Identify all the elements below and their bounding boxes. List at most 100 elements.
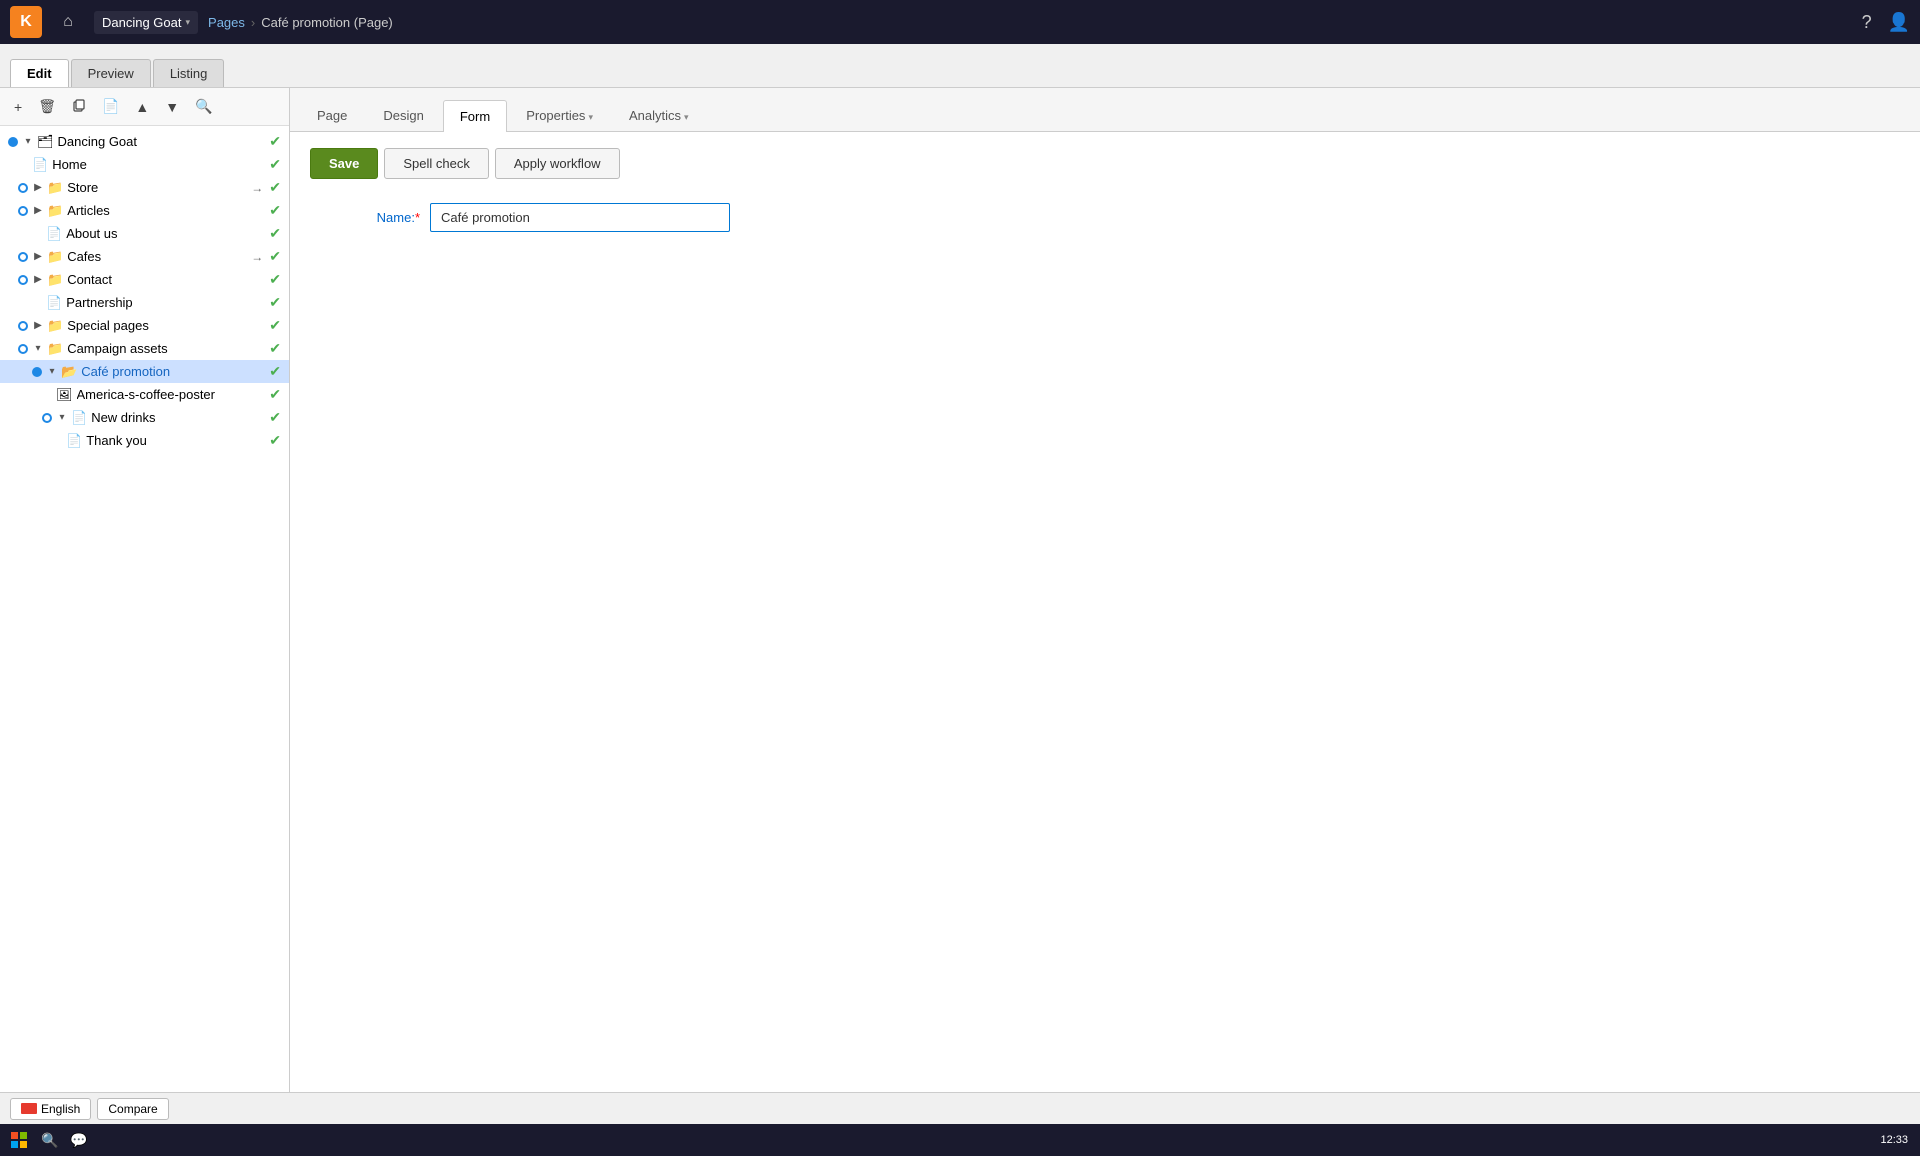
label-campaign-assets: Campaign assets [67,341,265,356]
folder-icon-articles: 📁 [47,203,63,219]
breadcrumb: Pages › Café promotion (Page) [208,15,393,30]
status-icon-store: ✔ [269,179,281,196]
folder-icon-cafes: 📁 [47,249,63,265]
folder-open-icon-cafe-promotion: 📂 [61,364,77,380]
site-arrow-icon: ▾ [186,17,191,28]
taskbar-search-icon[interactable]: 🔍 [36,1126,64,1154]
expand-icon-special-pages[interactable]: ▶ [31,319,45,333]
status-icon-home: ✔ [269,156,281,173]
tab-page[interactable]: Page [300,99,364,131]
label-dancing-goat: Dancing Goat [58,134,266,149]
form-row-name: Name:* [310,203,1900,232]
tree-item-articles[interactable]: ▶ 📁 Articles ✔ [0,199,289,222]
arrow-icon-cafes: → [251,250,263,264]
apply-workflow-button[interactable]: Apply workflow [495,148,620,179]
home-button[interactable]: ⌂ [52,6,84,38]
bottom-bar: English Compare [0,1092,1920,1124]
circle-icon-dancing-goat [8,137,18,147]
properties-arrow-icon: ▾ [588,112,593,122]
required-indicator: * [415,210,420,225]
move-up-button[interactable]: ▲ [129,95,155,119]
taskbar-icons: 🔍 💬 [36,1126,93,1154]
paste-button[interactable]: 📄 [96,94,125,119]
tree-item-cafes[interactable]: ▶ 📁 Cafes → ✔ [0,245,289,268]
tree-item-cafe-promotion[interactable]: ▾ 📂 Café promotion ✔ [0,360,289,383]
status-icon-articles: ✔ [269,202,281,219]
move-down-button[interactable]: ▼ [159,95,185,119]
breadcrumb-current: Café promotion (Page) [261,15,393,30]
language-label: English [41,1102,80,1116]
sidebar-toolbar: + 🗑 📄 ▲ ▼ 🔍 [0,88,289,126]
tab-design[interactable]: Design [366,99,440,131]
expand-icon-cafes[interactable]: ▶ [31,250,45,264]
tree-item-america-coffee[interactable]: 🖼 America-s-coffee-poster ✔ [0,383,289,406]
tree-item-campaign-assets[interactable]: ▾ 📁 Campaign assets ✔ [0,337,289,360]
tab-form[interactable]: Form [443,100,507,132]
circle-icon-cafes [18,252,28,262]
page-icon-about-us: 📄 [46,226,62,242]
status-icon-dancing-goat: ✔ [269,133,281,150]
tree-item-partnership[interactable]: 📄 Partnership ✔ [0,291,289,314]
folder-icon-dancing-goat: 🗂 [37,134,54,150]
sidebar: + 🗑 📄 ▲ ▼ 🔍 ▾ 🗂 Dancing Goat ✔ 📄 Home [0,88,290,1092]
logo[interactable]: K [10,6,42,38]
tab-properties[interactable]: Properties▾ [509,99,610,131]
copy-button[interactable] [66,94,92,119]
tree-item-home[interactable]: 📄 Home ✔ [0,153,289,176]
label-about-us: About us [66,226,265,241]
tree-item-thank-you[interactable]: 📄 Thank you ✔ [0,429,289,452]
name-input[interactable] [430,203,730,232]
status-icon-about-us: ✔ [269,225,281,242]
status-icon-special-pages: ✔ [269,317,281,334]
spell-check-button[interactable]: Spell check [384,148,488,179]
label-special-pages: Special pages [67,318,265,333]
label-home: Home [52,157,265,172]
status-icon-contact: ✔ [269,271,281,288]
status-icon-america-coffee: ✔ [269,386,281,403]
tab-preview[interactable]: Preview [71,59,151,87]
expand-icon-dancing-goat[interactable]: ▾ [21,135,35,149]
name-label: Name:* [310,210,430,225]
expand-icon-store[interactable]: ▶ [31,181,45,195]
site-selector[interactable]: Dancing Goat ▾ [94,11,198,34]
label-new-drinks: New drinks [91,410,265,425]
compare-button[interactable]: Compare [97,1098,168,1120]
page-icon-partnership: 📄 [46,295,62,311]
expand-icon-campaign-assets[interactable]: ▾ [31,342,45,356]
expand-icon-cafe-promotion[interactable]: ▾ [45,365,59,379]
taskbar-cortana-icon[interactable]: 💬 [65,1126,93,1154]
tree-item-about-us[interactable]: 📄 About us ✔ [0,222,289,245]
tab-analytics[interactable]: Analytics▾ [612,99,706,131]
sidebar-tree: ▾ 🗂 Dancing Goat ✔ 📄 Home ✔ ▶ 📁 Store → … [0,126,289,1092]
folder-icon-special-pages: 📁 [47,318,63,334]
tree-item-new-drinks[interactable]: ▾ 📄 New drinks ✔ [0,406,289,429]
tree-item-contact[interactable]: ▶ 📁 Contact ✔ [0,268,289,291]
label-contact: Contact [67,272,265,287]
image-icon-america-coffee: 🖼 [56,387,73,403]
help-icon[interactable]: ? [1862,12,1872,33]
status-icon-new-drinks: ✔ [269,409,281,426]
save-button[interactable]: Save [310,148,378,179]
start-button[interactable] [4,1126,34,1154]
language-button[interactable]: English [10,1098,91,1120]
user-icon[interactable]: 👤 [1888,12,1910,33]
search-button[interactable]: 🔍 [189,94,218,119]
tab-edit[interactable]: Edit [10,59,69,87]
status-icon-cafe-promotion: ✔ [269,363,281,380]
status-icon-thank-you: ✔ [269,432,281,449]
tree-item-dancing-goat[interactable]: ▾ 🗂 Dancing Goat ✔ [0,130,289,153]
expand-icon-contact[interactable]: ▶ [31,273,45,287]
tab-listing[interactable]: Listing [153,59,225,87]
delete-button[interactable]: 🗑 [32,94,62,119]
tree-item-special-pages[interactable]: ▶ 📁 Special pages ✔ [0,314,289,337]
page-tabs: Page Design Form Properties▾ Analytics▾ [290,88,1920,132]
tree-item-store[interactable]: ▶ 📁 Store → ✔ [0,176,289,199]
expand-icon-articles[interactable]: ▶ [31,204,45,218]
taskbar: 🔍 💬 12:33 [0,1124,1920,1156]
expand-icon-new-drinks[interactable]: ▾ [55,411,69,425]
language-flag-icon [21,1103,37,1114]
action-bar: Save Spell check Apply workflow [310,148,1900,179]
breadcrumb-pages[interactable]: Pages [208,15,245,30]
add-button[interactable]: + [8,95,28,119]
label-partnership: Partnership [66,295,265,310]
